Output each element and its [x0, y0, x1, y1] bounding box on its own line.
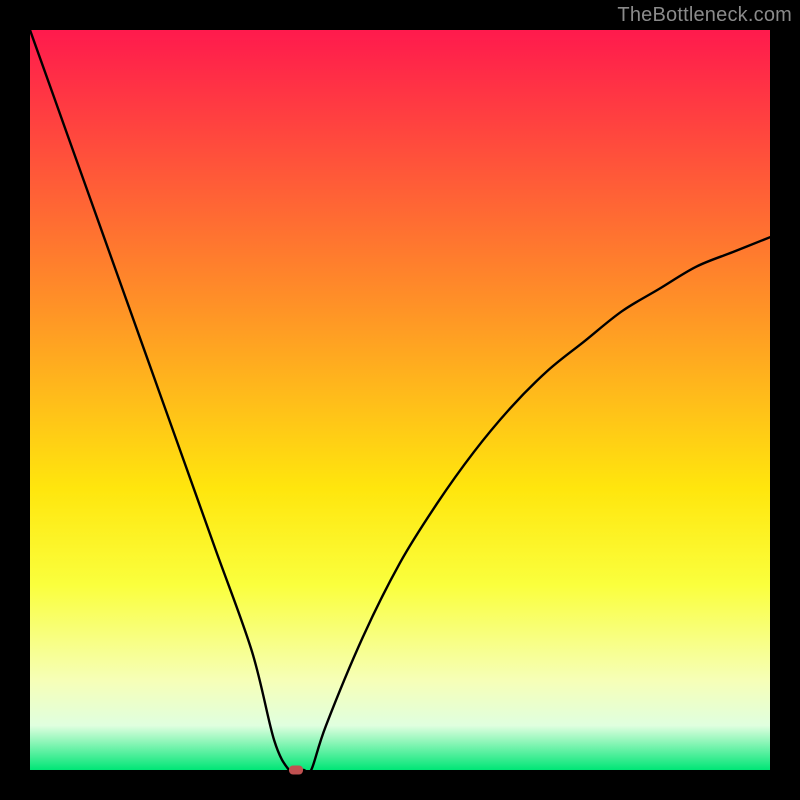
chart-frame: TheBottleneck.com	[0, 0, 800, 800]
curve-svg	[30, 30, 770, 770]
optimum-marker	[289, 766, 303, 775]
bottleneck-curve-path	[30, 30, 770, 770]
watermark-text: TheBottleneck.com	[617, 4, 792, 27]
plot-area	[30, 30, 770, 770]
